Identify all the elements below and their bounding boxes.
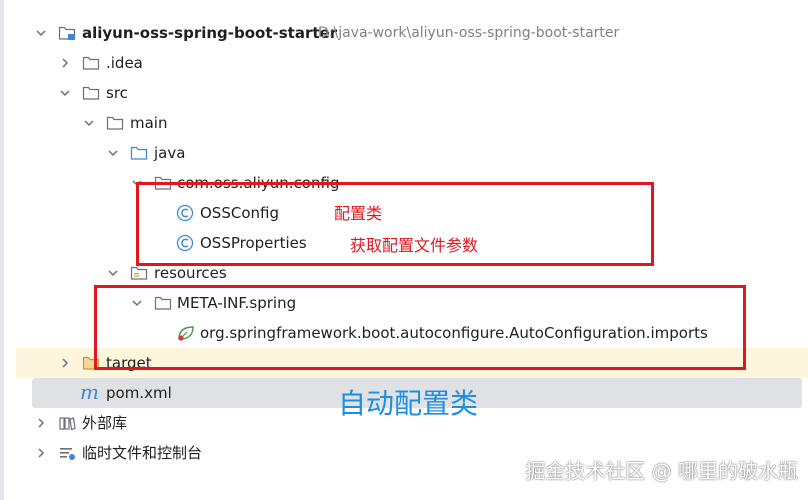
module-folder-icon xyxy=(58,26,76,40)
resources-folder-icon xyxy=(130,266,148,280)
folder-label: resources xyxy=(154,264,227,282)
config-class-annotation: 配置类 xyxy=(334,204,383,223)
tree-item-java[interactable]: java xyxy=(0,138,808,168)
maven-icon: m xyxy=(80,380,99,404)
tree-item-src[interactable]: src xyxy=(0,78,808,108)
chevron-right-icon[interactable] xyxy=(58,56,72,70)
scratches-label: 临时文件和控制台 xyxy=(82,444,203,462)
chevron-down-icon[interactable] xyxy=(82,116,96,130)
chevron-down-icon[interactable] xyxy=(58,86,72,100)
imports-file-highlight-box xyxy=(94,285,746,370)
scratches-icon xyxy=(60,448,75,460)
tree-item-project-root[interactable]: aliyun-oss-spring-boot-starter D:\java-w… xyxy=(0,18,808,48)
chevron-down-icon[interactable] xyxy=(106,266,120,280)
chevron-right-icon[interactable] xyxy=(34,416,48,430)
folder-label: java xyxy=(154,144,186,162)
folder-label: .idea xyxy=(106,54,143,72)
folder-label: main xyxy=(130,114,168,132)
properties-annotation: 获取配置文件参数 xyxy=(350,236,479,255)
external-libraries-label: 外部库 xyxy=(82,414,128,432)
folder-label: src xyxy=(106,84,128,102)
source-folder-icon xyxy=(130,146,148,160)
folder-icon xyxy=(106,116,124,130)
chevron-right-icon[interactable] xyxy=(58,356,72,370)
library-icon xyxy=(59,417,76,431)
chevron-down-icon[interactable] xyxy=(106,146,120,160)
tree-item-idea[interactable]: .idea xyxy=(0,48,808,78)
project-name: aliyun-oss-spring-boot-starter xyxy=(82,24,338,42)
project-path: D:\java-work\aliyun-oss-spring-boot-star… xyxy=(318,25,620,41)
folder-icon xyxy=(82,56,100,70)
file-label: pom.xml xyxy=(106,384,172,402)
watermark: 掘金技术社区 @ 哪里的破水瓶 xyxy=(525,459,798,483)
tree-item-main[interactable]: main xyxy=(0,108,808,138)
auto-config-annotation: 自动配置类 xyxy=(338,387,479,420)
folder-icon xyxy=(82,86,100,100)
chevron-down-icon[interactable] xyxy=(34,26,48,40)
chevron-right-icon[interactable] xyxy=(34,446,48,460)
